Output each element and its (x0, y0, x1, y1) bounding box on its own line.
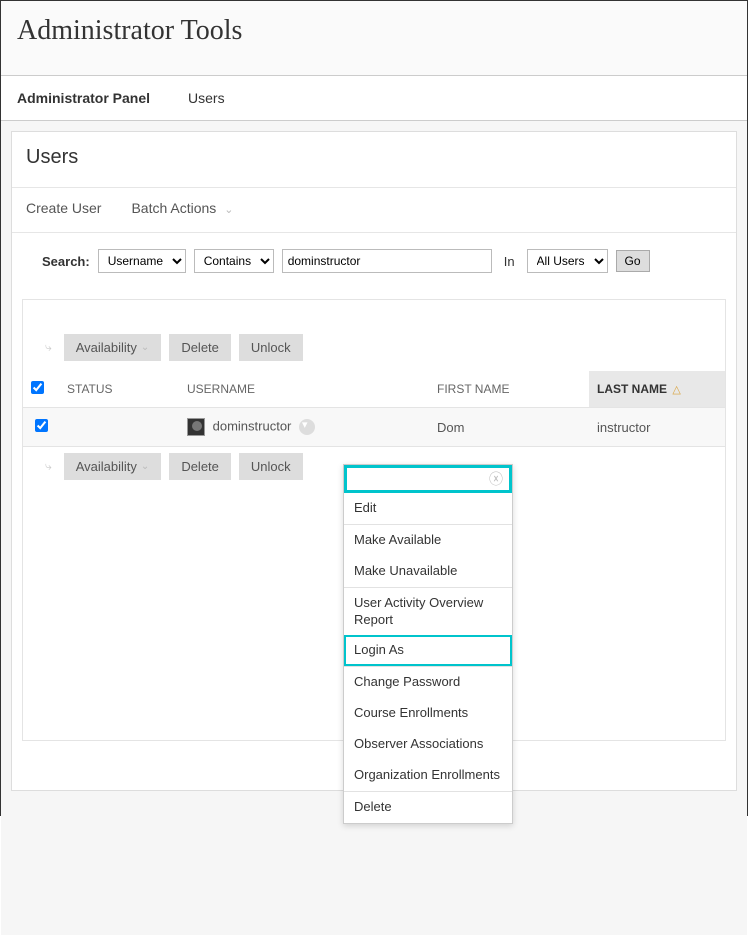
selection-arrow-icon: ⤷ (45, 340, 52, 355)
breadcrumb-page[interactable]: Users (188, 90, 225, 106)
sort-ascending-icon: △ (672, 384, 680, 396)
batch-actions-menu[interactable]: Batch Actions ⌄ (131, 200, 233, 216)
section-title: Users (12, 132, 736, 188)
chevron-down-icon: ⌄ (141, 342, 149, 353)
context-menu-item[interactable]: Make Available (344, 525, 512, 556)
availability-button[interactable]: Availability⌄ (64, 334, 162, 361)
search-operator-select[interactable]: Contains (194, 249, 274, 273)
chevron-down-icon: ⌄ (141, 461, 149, 472)
context-menu-item[interactable]: User Activity Overview Report (344, 588, 512, 636)
breadcrumb-root[interactable]: Administrator Panel (17, 90, 150, 106)
chevron-down-icon: ⌄ (224, 203, 233, 216)
avatar (187, 418, 205, 436)
context-menu-item[interactable]: Course Enrollments (344, 698, 512, 729)
clear-icon[interactable]: ⓧ (489, 469, 503, 489)
table-row: dominstructor Dom instructor (23, 408, 725, 447)
row-context-menu: ⓧ EditMake AvailableMake UnavailableUser… (343, 464, 513, 824)
col-lastname[interactable]: LAST NAME △ (589, 371, 725, 408)
context-menu-item[interactable]: Organization Enrollments (344, 760, 512, 791)
search-term-input[interactable] (282, 249, 492, 273)
search-go-button[interactable]: Go (616, 250, 650, 272)
unlock-button[interactable]: Unlock (239, 453, 303, 480)
context-menu-item[interactable]: Edit (344, 493, 512, 524)
row-checkbox[interactable] (35, 419, 48, 432)
unlock-button[interactable]: Unlock (239, 334, 303, 361)
context-menu-item[interactable]: Observer Associations (344, 729, 512, 760)
bulk-actions-top: ⤷ Availability⌄ Delete Unlock (23, 330, 725, 371)
row-actions-menu-trigger[interactable] (299, 419, 315, 435)
firstname-cell: Dom (429, 408, 589, 447)
search-label: Search: (42, 254, 90, 269)
search-scope-select[interactable]: All Users (527, 249, 608, 273)
select-all-checkbox[interactable] (31, 381, 44, 394)
username-cell[interactable]: dominstructor (213, 418, 292, 433)
selection-arrow-icon: ⤷ (45, 459, 52, 474)
col-username[interactable]: USERNAME (179, 371, 429, 408)
col-status[interactable]: STATUS (59, 371, 179, 408)
delete-button[interactable]: Delete (169, 453, 231, 480)
context-menu-search[interactable]: ⓧ (344, 465, 512, 493)
delete-button[interactable]: Delete (169, 334, 231, 361)
context-menu-item[interactable]: Login As (344, 635, 512, 666)
context-menu-item[interactable]: Make Unavailable (344, 556, 512, 587)
availability-button[interactable]: Availability⌄ (64, 453, 162, 480)
page-title: Administrator Tools (17, 15, 731, 47)
create-user-link[interactable]: Create User (26, 200, 101, 216)
col-firstname[interactable]: FIRST NAME (429, 371, 589, 408)
context-menu-item[interactable]: Change Password (344, 667, 512, 698)
context-menu-item[interactable]: Delete (344, 792, 512, 823)
search-in-label: In (504, 254, 515, 269)
users-table: STATUS USERNAME FIRST NAME LAST NAME △ (23, 371, 725, 447)
lastname-cell: instructor (589, 408, 725, 447)
results-table-area: ⤷ Availability⌄ Delete Unlock STATUS USE… (22, 299, 726, 741)
search-field-select[interactable]: Username (98, 249, 186, 273)
search-bar: Search: Username Contains In All Users G… (12, 233, 736, 289)
breadcrumb: Administrator Panel Users (1, 76, 747, 121)
